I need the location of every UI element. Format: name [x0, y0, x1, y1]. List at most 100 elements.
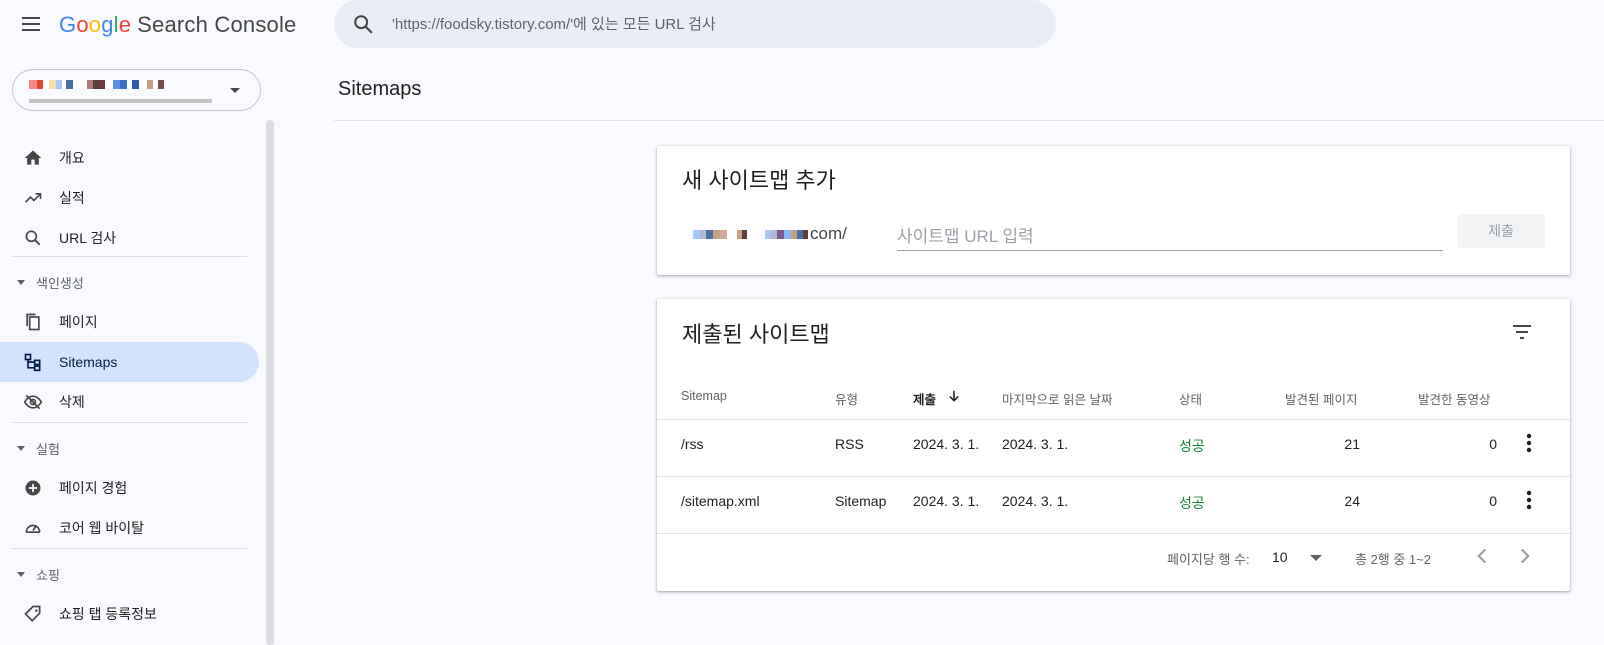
triangle-down-icon: [1310, 555, 1322, 561]
url-inspection-search[interactable]: [334, 0, 1056, 48]
column-header[interactable]: 발견한 동영상: [1418, 389, 1490, 408]
row-divider: [657, 476, 1573, 477]
sidebar-item-label: Sitemaps: [59, 354, 118, 370]
pages-icon: [26, 313, 40, 331]
section-label: 실험: [36, 441, 60, 457]
sidebar-section-shopping[interactable]: 쇼핑: [0, 558, 259, 590]
sidebar-item-label: 실적: [59, 190, 85, 206]
blurred-domain: [693, 229, 808, 239]
cell-last-read: 2024. 3. 1.: [1002, 436, 1069, 452]
more-vert-icon[interactable]: [1517, 431, 1541, 455]
logo-letter: o: [76, 12, 89, 37]
cell-pages: 21: [1344, 436, 1360, 452]
sidebar-item-pages[interactable]: 페이지: [0, 302, 259, 342]
cell-sitemap: /sitemap.xml: [681, 493, 760, 509]
search-input[interactable]: [392, 0, 1032, 48]
column-header[interactable]: 상태: [1179, 389, 1202, 408]
cell-videos: 0: [1489, 493, 1497, 509]
cell-videos: 0: [1489, 436, 1497, 452]
column-header[interactable]: 발견된 페이지: [1285, 389, 1357, 408]
arrow-down-icon[interactable]: [947, 389, 961, 403]
sitemap-url-input[interactable]: [897, 223, 1443, 251]
title-divider: [334, 120, 1604, 121]
triangle-down-icon: [17, 446, 25, 451]
sidebar-divider: [12, 256, 247, 257]
sidebar-item-removals[interactable]: 삭제: [0, 382, 259, 422]
triangle-down-icon: [17, 572, 25, 577]
pagination-range: 총 2행 중 1~2: [1355, 552, 1431, 567]
visibility-off-icon: [23, 394, 43, 410]
column-header[interactable]: 유형: [835, 389, 858, 408]
status-badge: 성공: [1179, 495, 1205, 511]
sidebar-divider: [12, 422, 247, 423]
card-title: 제출된 사이트맵: [682, 322, 830, 347]
sidebar-item-sitemaps[interactable]: Sitemaps: [0, 342, 259, 382]
logo-letter: g: [101, 12, 114, 37]
section-label: 색인생성: [36, 275, 84, 291]
property-selector[interactable]: [12, 69, 261, 111]
logo-letter: G: [59, 12, 77, 37]
rows-per-page-label: 페이지당 행 수:: [1167, 552, 1250, 567]
logo-letter: o: [88, 12, 102, 37]
submitted-sitemaps-card: 제출된 사이트맵 Sitemap 유형 제출 마지막으로 읽은 날짜 상태 발견…: [657, 299, 1573, 591]
row-divider: [657, 533, 1573, 534]
column-header[interactable]: Sitemap: [681, 389, 727, 403]
triangle-down-icon: [17, 280, 25, 285]
sidebar-section-experiments[interactable]: 실험: [0, 432, 259, 464]
cell-type: RSS: [835, 436, 864, 452]
blurred-property-name: [29, 80, 164, 89]
row-divider: [657, 419, 1573, 420]
sidebar-item-label: URL 검사: [59, 230, 117, 246]
rows-per-page-value: 10: [1272, 549, 1288, 565]
sidebar-item-label: 페이지 경험: [59, 480, 128, 496]
sidebar-divider: [12, 548, 247, 549]
hamburger-menu-icon[interactable]: [19, 14, 43, 36]
sidebar-item-label: 삭제: [59, 394, 85, 410]
sidebar-item-label: 코어 웹 바이탈: [59, 520, 145, 536]
sidebar-item-performance[interactable]: 실적: [0, 178, 259, 218]
status-badge: 성공: [1179, 438, 1205, 454]
card-title: 새 사이트맵 추가: [682, 168, 836, 193]
top-bar: Google Search Console: [0, 0, 1604, 50]
cell-pages: 24: [1344, 493, 1360, 509]
cell-submitted: 2024. 3. 1.: [913, 493, 980, 509]
sidebar-item-overview[interactable]: 개요: [0, 138, 259, 178]
column-header-sorted[interactable]: 제출: [913, 389, 936, 408]
url-suffix: com/: [810, 224, 847, 243]
tag-icon: [24, 605, 41, 622]
logo-letter: e: [118, 12, 132, 37]
sidebar-item-label: 페이지: [59, 314, 98, 330]
sidebar-section-indexing[interactable]: 색인생성: [0, 266, 259, 298]
search-icon: [354, 15, 373, 34]
section-label: 쇼핑: [36, 567, 60, 583]
add-circle-icon: [25, 480, 41, 496]
sidebar-scrollbar[interactable]: [266, 120, 274, 645]
sidebar-item-label: 개요: [59, 150, 85, 166]
sitemap-icon: [24, 353, 41, 372]
product-name: Search Console: [137, 12, 297, 37]
chevron-down-icon: [230, 88, 240, 93]
submit-sitemap-button[interactable]: 제출: [1457, 214, 1545, 248]
blurred-property-url: [29, 99, 212, 103]
cell-sitemap: /rss: [681, 436, 704, 452]
trending-up-icon: [24, 193, 42, 203]
property-url-prefix: com/: [693, 223, 847, 245]
page-title: Sitemaps: [338, 78, 422, 100]
sidebar-item-url-inspection[interactable]: URL 검사: [0, 218, 259, 258]
speed-gauge-icon: [25, 524, 41, 533]
cell-last-read: 2024. 3. 1.: [1002, 493, 1069, 509]
rows-per-page-select[interactable]: 10: [1272, 544, 1332, 570]
sidebar-nav: 개요 실적 URL 검사 색인생성 페이지 Sitemaps 삭제 실험 페이지…: [0, 130, 262, 645]
search-icon: [25, 230, 41, 246]
sidebar-item-shopping-tab-listings[interactable]: 쇼핑 탭 등록정보: [0, 594, 259, 634]
chevron-right-icon[interactable]: [1512, 543, 1538, 569]
more-vert-icon[interactable]: [1517, 488, 1541, 512]
filter-icon[interactable]: [1510, 320, 1534, 344]
sidebar-item-page-experience[interactable]: 페이지 경험: [0, 468, 259, 508]
sidebar-item-core-web-vitals[interactable]: 코어 웹 바이탈: [0, 508, 259, 548]
column-header[interactable]: 마지막으로 읽은 날짜: [1002, 389, 1112, 408]
product-logo[interactable]: Google Search Console: [59, 12, 297, 38]
add-sitemap-card: 새 사이트맵 추가 com/ 제출: [657, 146, 1570, 275]
cell-type: Sitemap: [835, 493, 887, 509]
chevron-left-icon[interactable]: [1469, 543, 1495, 569]
